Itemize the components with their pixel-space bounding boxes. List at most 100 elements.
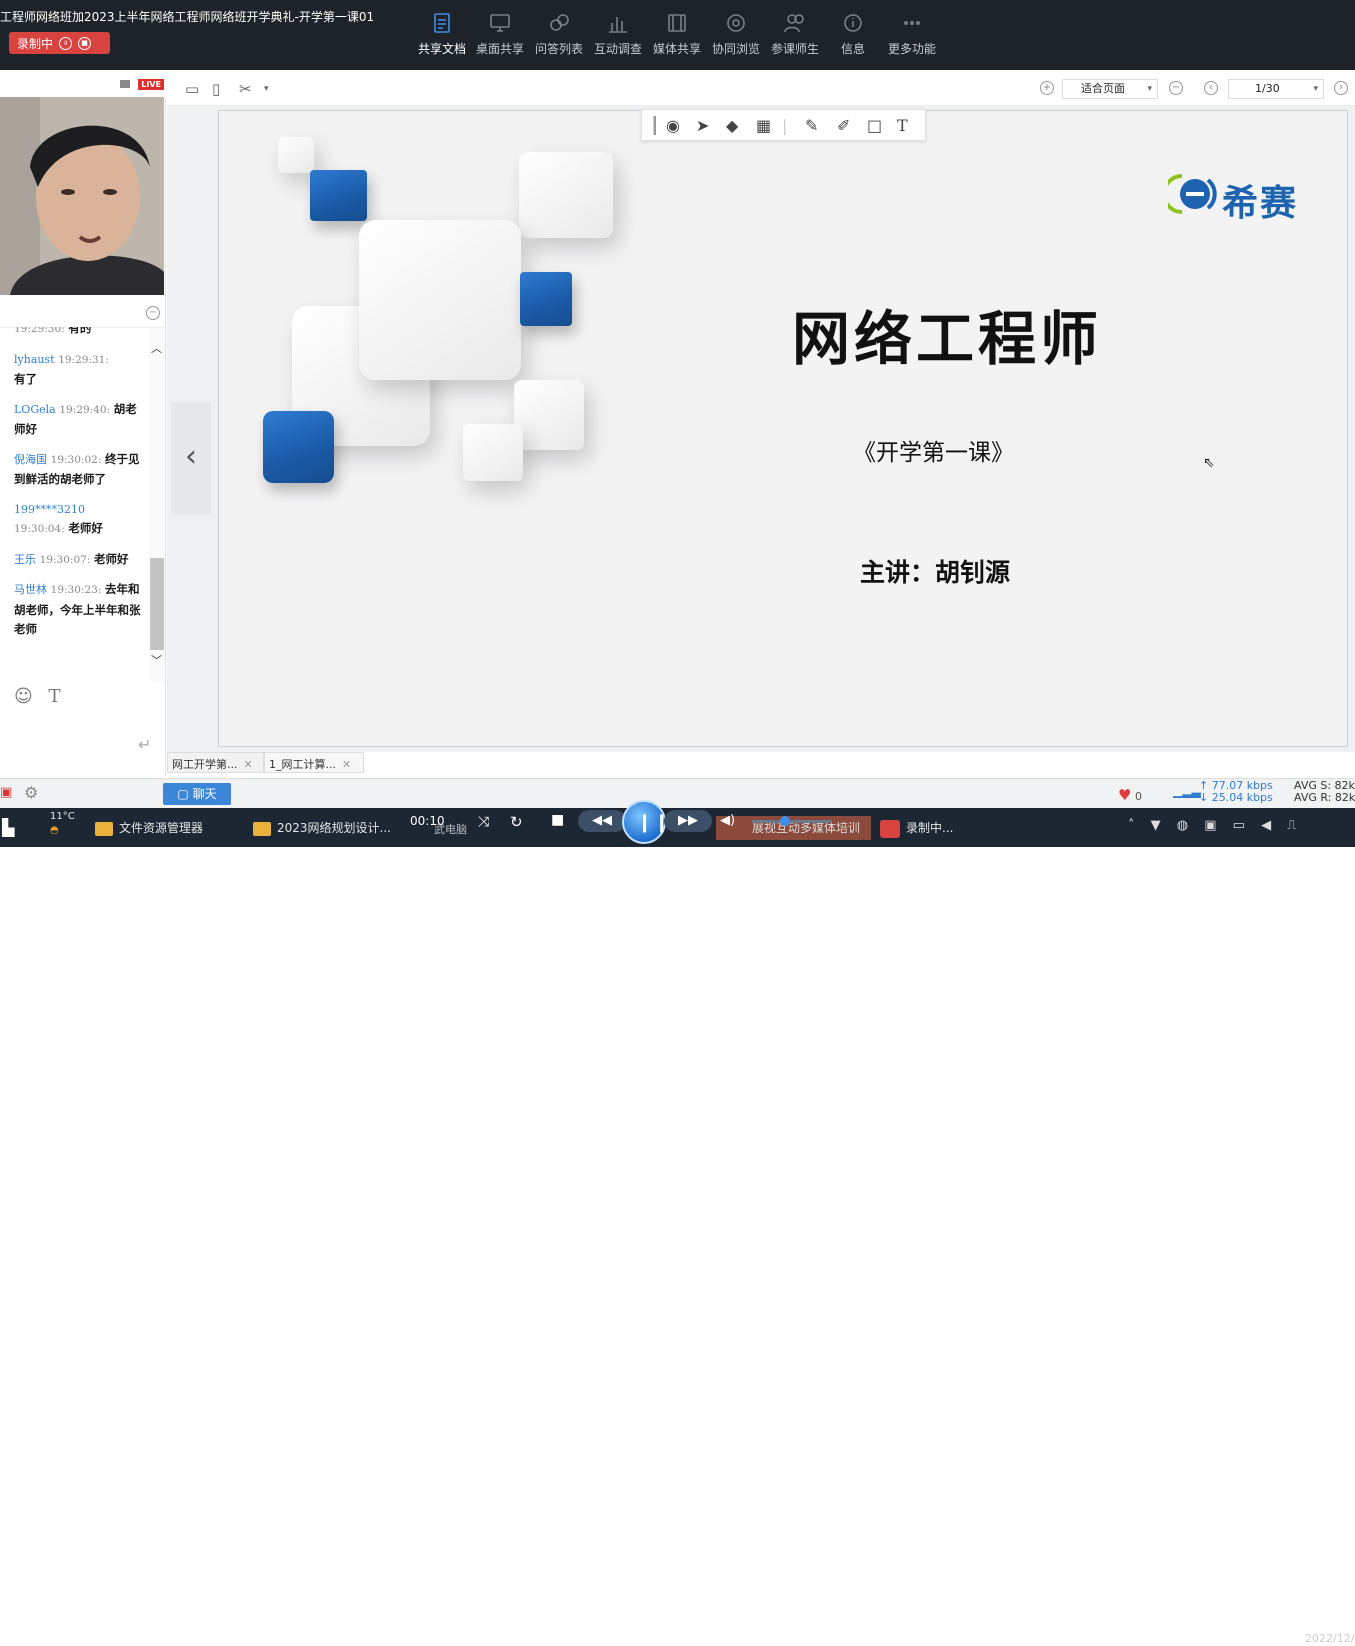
- chat-collapse-icon[interactable]: −: [146, 306, 160, 320]
- toolbar-co-browse[interactable]: 协同浏览: [707, 12, 765, 62]
- toolbar-participants[interactable]: 参课师生: [766, 12, 824, 62]
- toolbar-info[interactable]: 信息: [824, 12, 882, 62]
- toolbar-desktop-share[interactable]: 桌面共享: [471, 12, 529, 62]
- cut-icon[interactable]: ✂: [239, 80, 252, 98]
- doc-tab-label: 网工开学第...: [172, 758, 238, 771]
- close-icon[interactable]: ✕: [244, 758, 253, 771]
- left-panel: LIVE − 19:29:30: 有的 lyhaust 19:29:31: 有了…: [0, 70, 166, 776]
- toolbar-more[interactable]: 更多功能: [883, 12, 941, 62]
- media-rewind-button[interactable]: ◀◀: [578, 810, 626, 832]
- co-browse-icon: [727, 14, 745, 32]
- volume-slider[interactable]: [752, 816, 832, 826]
- weather-widget[interactable]: 11°C ◓: [50, 810, 75, 836]
- taskbar-item[interactable]: 文件资源管理器: [95, 816, 203, 840]
- network-average: AVG S: 82k AVG R: 82k: [1294, 780, 1355, 804]
- next-page-icon[interactable]: ›: [1334, 81, 1348, 95]
- status-bar: ▣ ⚙ ▢ 聊天 ♥ 0 ▁▂▃ ↑ 77.07 kbps ↓ 25.04 kb…: [0, 778, 1355, 808]
- toolbar-share-document[interactable]: 共享文档: [413, 12, 471, 62]
- system-tray-icons[interactable]: ˄ ▼ ◍ ▣ ▭ ◀ ⎍: [1128, 818, 1302, 833]
- pause-recording-icon[interactable]: ॥: [59, 36, 73, 50]
- pen-icon[interactable]: ✎: [805, 116, 818, 135]
- toolbar-label: 桌面共享: [475, 42, 524, 56]
- clear-all-icon[interactable]: ▦: [756, 116, 771, 135]
- clock-time: 19:30: [1315, 1618, 1351, 1632]
- chat-message: 马世林 19:30:23: 去年和胡老师，今年上半年和张老师: [0, 580, 148, 640]
- chat-message-sender: lyhaust: [14, 352, 55, 366]
- toolbar-label: 互动调查: [593, 42, 642, 56]
- taskbar-item[interactable]: 录制中...: [880, 816, 953, 840]
- settings-gear-icon[interactable]: ⚙: [24, 783, 38, 802]
- toolbar-label: 更多功能: [887, 42, 936, 56]
- chat-message-time: 19:30:04:: [14, 523, 65, 535]
- chat-tab-button[interactable]: ▢ 聊天: [163, 783, 231, 805]
- decorative-tile: [519, 152, 613, 238]
- close-icon[interactable]: ✕: [342, 758, 351, 771]
- toolbar-media-share[interactable]: 媒体共享: [648, 12, 706, 62]
- decorative-tile: [463, 424, 523, 481]
- doc-tab[interactable]: 1_网工计算... ✕: [264, 752, 364, 773]
- doc-tab-label: 1_网工计算...: [269, 758, 336, 771]
- qa-list-icon: [550, 14, 569, 31]
- chat-message-list[interactable]: 19:29:30: 有的 lyhaust 19:29:31: 有了 LOGela…: [0, 327, 148, 682]
- send-enter-icon[interactable]: ↵: [138, 735, 151, 754]
- volume-slider-thumb[interactable]: [780, 816, 790, 826]
- likes-counter[interactable]: ♥ 0: [1118, 786, 1142, 804]
- slide-title: 网络工程师: [792, 305, 1103, 373]
- toolbar-label: 问答列表: [534, 42, 583, 56]
- previous-page-icon[interactable]: ‹: [1204, 81, 1218, 95]
- teacher-video: [0, 97, 164, 295]
- previous-slide-button[interactable]: ‹: [171, 402, 211, 515]
- scroll-down-icon[interactable]: ﹀: [151, 652, 162, 668]
- zoom-out-icon[interactable]: −: [1169, 81, 1183, 95]
- drag-handle-icon[interactable]: ┃: [650, 116, 660, 135]
- decorative-tile: [359, 220, 521, 380]
- toolbar-qa-list[interactable]: 问答列表: [530, 12, 588, 62]
- clock-date: 2022/12/8: [1305, 1632, 1355, 1645]
- volume-icon[interactable]: ◀): [720, 813, 735, 828]
- stop-recording-icon[interactable]: ■: [78, 36, 92, 50]
- laser-pointer-icon[interactable]: ◉: [666, 116, 680, 135]
- toolbar-survey[interactable]: 互动调查: [589, 12, 647, 62]
- chat-message: 倪海国 19:30:02: 终于见到鲜活的胡老师了: [0, 450, 148, 490]
- media-elapsed-time: 00:10: [410, 814, 445, 828]
- chat-scrollbar[interactable]: ︿ ﹀: [149, 328, 165, 682]
- eraser-icon[interactable]: ◆: [726, 116, 738, 135]
- media-stop-icon[interactable]: ■: [551, 812, 564, 828]
- decorative-tile: [310, 170, 367, 221]
- doc-tab[interactable]: 网工开学第... ✕: [167, 752, 264, 773]
- xisai-logo-icon: [1168, 174, 1217, 214]
- new-document-icon[interactable]: ▯: [212, 80, 220, 98]
- more-icon: [904, 21, 920, 26]
- scroll-up-icon[interactable]: ︿: [151, 340, 162, 356]
- window-title: 工程师网络班加2023上半年网络工程师网络班开学典礼-开学第一课01: [0, 10, 375, 24]
- fit-mode-select[interactable]: 适合页面: [1062, 79, 1158, 99]
- select-arrow-icon[interactable]: ➤: [696, 116, 709, 135]
- start-button-icon[interactable]: ▙: [2, 818, 14, 837]
- toolbar-divider: |: [782, 116, 788, 135]
- chat-message-time: 19:30:07:: [39, 553, 91, 566]
- emoji-icon[interactable]: ☺: [14, 686, 33, 707]
- network-icon: ▣: [0, 785, 13, 800]
- zoom-in-icon[interactable]: +: [1040, 81, 1054, 95]
- highlighter-icon[interactable]: ✐: [837, 116, 850, 135]
- cut-dropdown-icon[interactable]: ▾: [264, 84, 269, 94]
- chat-message: 王乐 19:30:07: 老师好: [0, 550, 148, 571]
- media-forward-button[interactable]: ▶▶: [664, 810, 712, 832]
- rectangle-icon[interactable]: □: [867, 116, 882, 135]
- heart-icon: ♥: [1118, 786, 1132, 804]
- text-format-icon[interactable]: T: [49, 686, 61, 707]
- recording-badge[interactable]: 录制中 ॥ ■: [9, 32, 110, 54]
- page-select[interactable]: 1/30: [1228, 79, 1324, 99]
- media-pause-button[interactable]: ❙❙: [622, 800, 669, 844]
- chat-message: LOGela 19:29:40: 胡老师好: [0, 400, 148, 440]
- media-shuffle-icon[interactable]: ⤨: [478, 814, 489, 830]
- scrollbar-thumb[interactable]: [150, 558, 164, 650]
- camera-toggle-icon[interactable]: [120, 80, 130, 88]
- decorative-tile: [514, 380, 584, 450]
- text-tool-icon[interactable]: T: [897, 116, 908, 135]
- open-folder-icon[interactable]: ▭: [185, 80, 199, 98]
- media-repeat-icon[interactable]: ↻: [510, 813, 523, 831]
- taskbar-item[interactable]: 2023网络规划设计...: [253, 816, 391, 840]
- system-clock[interactable]: 19:30 2022/12/8: [1305, 1618, 1355, 1646]
- recorder-app-icon: [880, 819, 900, 838]
